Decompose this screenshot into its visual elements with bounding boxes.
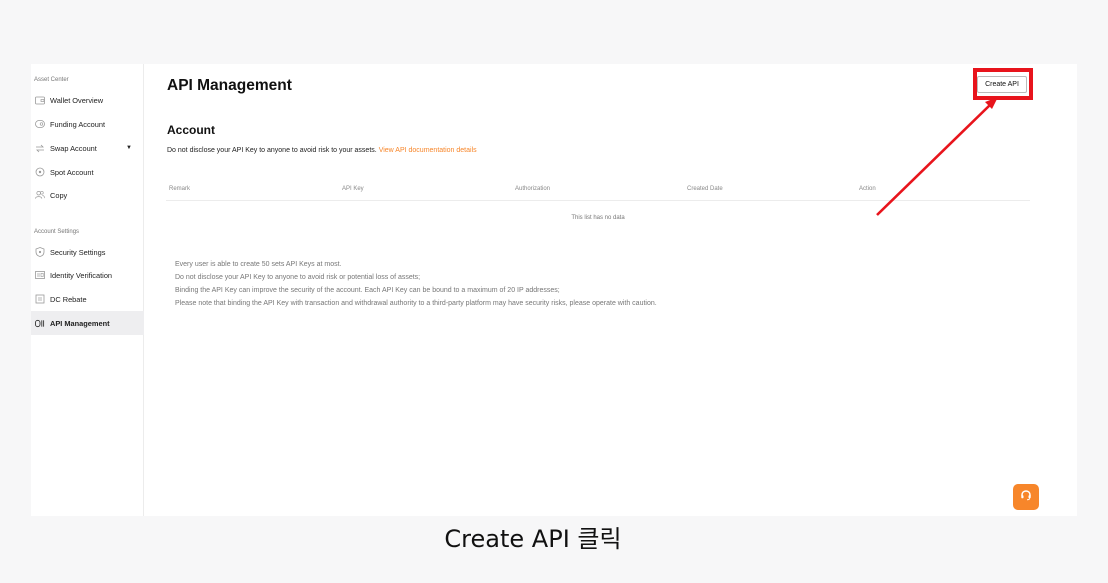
sidebar-item-copy[interactable]: Copy	[31, 183, 144, 207]
column-header-created-date: Created Date	[687, 186, 723, 192]
sidebar-item-label: API Management	[50, 318, 110, 328]
sidebar-item-label: DC Rebate	[50, 294, 87, 304]
api-icon	[35, 318, 45, 328]
id-card-icon	[35, 270, 45, 280]
sidebar: Asset Center Wallet Overview Funding Acc…	[31, 64, 144, 516]
notice-text: Do not disclose your API Key to anyone t…	[167, 147, 377, 154]
note-item: Binding the API Key can improve the secu…	[175, 287, 560, 294]
column-header-api-key: API Key	[342, 186, 364, 192]
app-frame: Asset Center Wallet Overview Funding Acc…	[31, 64, 1077, 516]
sidebar-section-asset-center: Asset Center	[34, 77, 69, 83]
wallet-icon	[35, 95, 45, 105]
sidebar-item-identity-verification[interactable]: Identity Verification	[31, 263, 144, 287]
rebate-icon	[35, 294, 45, 304]
column-header-authorization: Authorization	[515, 186, 551, 192]
sidebar-item-label: Identity Verification	[50, 270, 113, 280]
notes-list: Every user is able to create 50 sets API…	[175, 258, 657, 310]
sidebar-item-swap-account[interactable]: Swap Account ▼	[31, 136, 144, 160]
sidebar-item-label: Wallet Overview	[50, 95, 104, 105]
sidebar-item-api-management[interactable]: API Management	[31, 311, 144, 335]
note-item: Please note that binding the API Key wit…	[175, 300, 657, 307]
sidebar-item-spot-account[interactable]: Spot Account	[31, 160, 144, 184]
note-item: Do not disclose your API Key to anyone t…	[175, 274, 421, 281]
swap-icon	[35, 143, 45, 153]
chevron-down-icon[interactable]: ▼	[126, 145, 132, 151]
security-notice: Do not disclose your API Key to anyone t…	[167, 147, 477, 154]
sidebar-item-security-settings[interactable]: Security Settings	[31, 240, 144, 264]
section-title-account: Account	[167, 123, 215, 137]
sidebar-item-label: Security Settings	[50, 247, 106, 257]
column-header-action: Action	[859, 186, 876, 192]
support-button[interactable]	[1013, 484, 1039, 510]
create-api-button[interactable]: Create API	[977, 76, 1027, 93]
api-docs-link[interactable]: View API documentation details	[379, 147, 477, 154]
caption: Create API 클릭	[444, 525, 622, 553]
page-title: API Management	[167, 77, 292, 94]
note-item: Every user is able to create 50 sets API…	[175, 261, 342, 268]
shield-icon	[35, 247, 45, 257]
sidebar-item-funding-account[interactable]: Funding Account	[31, 112, 144, 136]
sidebar-item-wallet-overview[interactable]: Wallet Overview	[31, 88, 144, 112]
main-content: API Management Create API Account Do not…	[166, 64, 1077, 516]
sidebar-item-dc-rebate[interactable]: DC Rebate	[31, 287, 144, 311]
empty-state: This list has no data	[571, 215, 625, 221]
column-header-remark: Remark	[169, 186, 191, 192]
spot-icon	[35, 167, 45, 177]
sidebar-item-label: Funding Account	[50, 119, 106, 129]
table-header: Remark API Key Authorization Created Dat…	[166, 181, 1030, 201]
sidebar-item-label: Spot Account	[50, 167, 94, 177]
sidebar-item-label: Swap Account	[50, 143, 97, 153]
copy-users-icon	[35, 190, 45, 200]
headset-icon	[1020, 488, 1032, 506]
sidebar-section-account-settings: Account Settings	[34, 229, 80, 235]
funding-icon	[35, 119, 45, 129]
sidebar-item-label: Copy	[50, 190, 68, 200]
